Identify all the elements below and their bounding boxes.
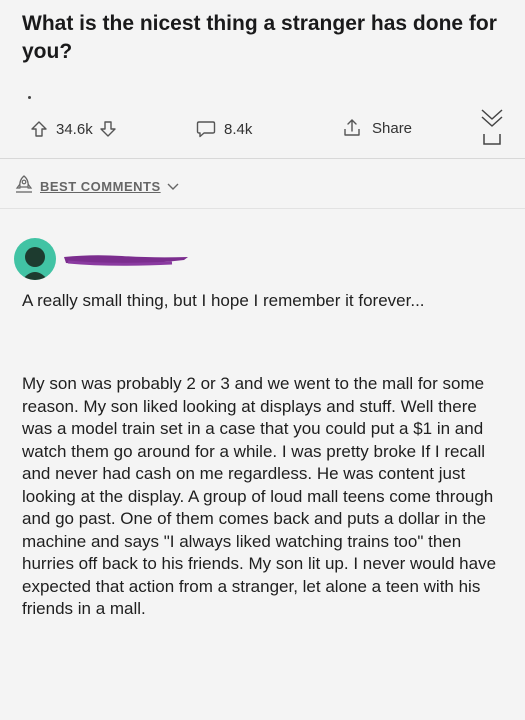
upvote-icon[interactable] [30,120,48,138]
upvote-count: 34.6k [56,120,93,138]
divider [0,158,525,159]
separator-dot [28,96,31,99]
comment-bubble-icon [196,120,216,138]
redacted-username [62,251,192,274]
chevron-down-icon [167,178,179,196]
sort-comments-dropdown[interactable]: BEST COMMENTS [14,174,179,199]
post-action-bar: 34.6k 8.4k Share [0,110,525,150]
avatar[interactable] [14,238,56,280]
share-label: Share [372,119,413,137]
post-title: What is the nicest thing a stranger has … [22,12,497,63]
rocket-icon [14,174,34,199]
comment-paragraph: A really small thing, but I hope I remem… [22,291,425,310]
downvote-icon[interactable] [99,120,117,138]
sort-label: BEST COMMENTS [40,179,161,194]
share-icon [342,118,362,138]
comment-paragraph: My son was probably 2 or 3 and we went t… [22,374,497,618]
award-icon[interactable] [477,106,507,153]
share-button[interactable]: Share [342,118,412,138]
comments-button[interactable]: 8.4k [196,120,252,138]
divider [0,208,525,209]
comment-count: 8.4k [224,120,253,138]
vote-controls: 34.6k [30,120,117,138]
